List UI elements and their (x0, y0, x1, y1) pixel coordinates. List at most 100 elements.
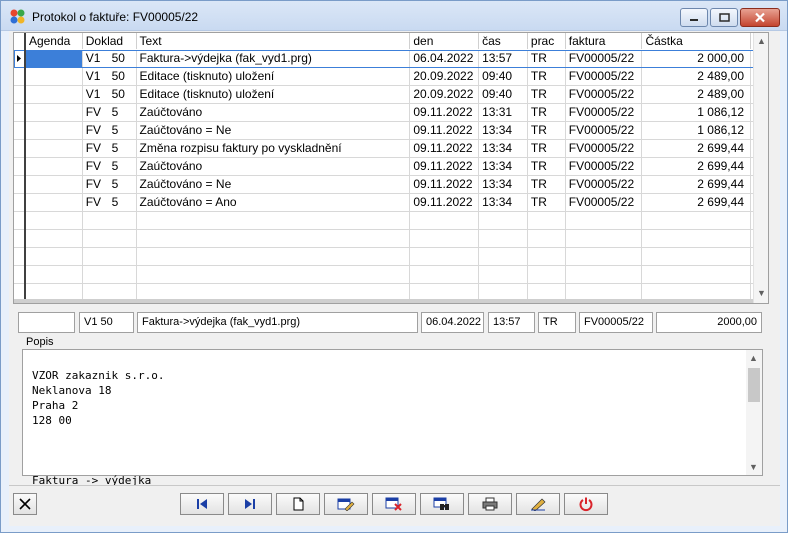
find-icon (433, 497, 449, 510)
cell-doklad-number: 50 (109, 50, 137, 67)
title-bar[interactable]: Protokol o faktuře: FV00005/22 (1, 1, 787, 31)
cell-den: 20.09.2022 (410, 68, 480, 85)
cell-cas: 13:34 (479, 158, 528, 175)
scroll-thumb[interactable] (748, 368, 760, 402)
cell-text: Zaúčtováno (137, 158, 411, 175)
cell-doklad-type: FV (85, 195, 102, 209)
scroll-up-icon[interactable]: ▲ (749, 353, 758, 363)
cell-den: 09.11.2022 (410, 104, 480, 121)
table-row[interactable]: FV 5 Zaúčtováno = Ne 09.11.2022 13:34 TR… (14, 122, 754, 140)
grid-header: Agenda Doklad Text den čas prac faktura … (14, 33, 754, 49)
print-button[interactable] (468, 493, 512, 515)
table-row[interactable]: FV 5 Zaúčtováno 09.11.2022 13:34 TR FV00… (14, 158, 754, 176)
cell-doklad-type: FV (85, 123, 102, 137)
power-button[interactable] (564, 493, 608, 515)
scroll-up-icon[interactable]: ▲ (757, 36, 766, 46)
empty-row (14, 212, 754, 230)
detail-agenda-field[interactable] (18, 312, 75, 333)
app-icon (10, 9, 25, 24)
empty-row (14, 266, 754, 284)
table-row[interactable]: V1 50 Faktura->výdejka (fak_vyd1.prg) 06… (14, 50, 754, 68)
power-icon (579, 497, 593, 512)
detail-castka-field[interactable]: 2000,00 (656, 312, 762, 333)
last-record-icon (245, 499, 255, 509)
detail-den-field[interactable]: 06.04.2022 (421, 312, 484, 333)
cell-castka: 1 086,12 (642, 104, 751, 121)
grid-body: V1 50 Faktura->výdejka (fak_vyd1.prg) 06… (14, 50, 754, 302)
detail-cas-field[interactable]: 13:57 (488, 312, 535, 333)
maximize-button[interactable] (710, 8, 738, 27)
cell-prac: TR (528, 50, 566, 67)
find-button[interactable] (420, 493, 464, 515)
cell-doklad-type: V1 (85, 87, 101, 101)
table-row[interactable]: V1 50 Editace (tisknuto) uložení 20.09.2… (14, 86, 754, 104)
first-record-button[interactable] (180, 493, 224, 515)
header-agenda[interactable]: Agenda (26, 33, 83, 49)
close-form-button[interactable] (13, 493, 37, 515)
first-record-icon (197, 499, 207, 509)
pencil-icon (531, 498, 546, 511)
cell-text: Změna rozpisu faktury po vyskladnění (137, 140, 411, 157)
table-row[interactable]: V1 50 Editace (tisknuto) uložení 20.09.2… (14, 68, 754, 86)
new-document-button[interactable] (276, 493, 320, 515)
cell-castka: 2 000,00 (642, 50, 751, 67)
toolbar-separator (9, 485, 780, 486)
cell-cas: 13:34 (479, 122, 528, 139)
edit-icon (337, 498, 355, 511)
cell-faktura: FV00005/22 (566, 194, 643, 211)
header-faktura[interactable]: faktura (566, 33, 643, 49)
header-cas[interactable]: čas (479, 33, 528, 49)
print-icon (482, 497, 498, 511)
close-window-button[interactable] (740, 8, 780, 27)
cell-agenda (26, 104, 83, 121)
cell-faktura: FV00005/22 (566, 176, 643, 193)
cell-castka: 2 699,44 (642, 140, 751, 157)
scroll-down-icon[interactable]: ▼ (749, 462, 758, 472)
grid-vertical-scrollbar[interactable]: ▲ ▼ (753, 33, 768, 303)
cell-agenda (26, 140, 83, 157)
protocol-grid[interactable]: Agenda Doklad Text den čas prac faktura … (13, 32, 769, 304)
cell-text: Zaúčtováno (137, 104, 411, 121)
cell-agenda (26, 158, 83, 175)
detail-prac-field[interactable]: TR (538, 312, 576, 333)
cell-doklad-number: 5 (109, 104, 137, 121)
protocol-window: Protokol o faktuře: FV00005/22 Agenda Do… (0, 0, 788, 533)
cell-den: 09.11.2022 (410, 140, 480, 157)
cell-prac: TR (528, 104, 566, 121)
popis-label: Popis (26, 336, 54, 348)
minimize-button[interactable] (680, 8, 708, 27)
cell-doklad-type: FV (85, 177, 102, 191)
client-area: Agenda Doklad Text den čas prac faktura … (9, 31, 780, 526)
grid-bottom-divider (14, 299, 754, 303)
cell-prac: TR (528, 68, 566, 85)
x-icon (19, 498, 31, 510)
pencil-button[interactable] (516, 493, 560, 515)
cell-doklad-type: V1 (85, 69, 101, 83)
edit-button[interactable] (324, 493, 368, 515)
popis-scrollbar[interactable]: ▲ ▼ (746, 350, 762, 475)
popis-textarea[interactable]: VZOR zakaznik s.r.o. Neklanova 18 Praha … (22, 349, 763, 487)
header-doklad[interactable]: Doklad (83, 33, 137, 49)
detail-doklad-field[interactable]: V1 50 (79, 312, 134, 333)
detail-faktura-field[interactable]: FV00005/22 (579, 312, 653, 333)
cell-prac: TR (528, 158, 566, 175)
table-row[interactable]: FV 5 Zaúčtováno = Ne 09.11.2022 13:34 TR… (14, 176, 754, 194)
cell-faktura: FV00005/22 (566, 68, 643, 85)
detail-text-field[interactable]: Faktura->výdejka (fak_vyd1.prg) (137, 312, 418, 333)
header-den[interactable]: den (410, 33, 480, 49)
delete-button[interactable] (372, 493, 416, 515)
header-text[interactable]: Text (137, 33, 411, 49)
table-row[interactable]: FV 5 Zaúčtováno = Ano 09.11.2022 13:34 T… (14, 194, 754, 212)
last-record-button[interactable] (228, 493, 272, 515)
scroll-down-icon[interactable]: ▼ (757, 288, 766, 298)
header-prac[interactable]: prac (528, 33, 566, 49)
cell-agenda (26, 68, 83, 85)
table-row[interactable]: FV 5 Změna rozpisu faktury po vyskladněn… (14, 140, 754, 158)
header-castka[interactable]: Částka (642, 33, 751, 49)
cell-prac: TR (528, 176, 566, 193)
cell-faktura: FV00005/22 (566, 104, 643, 121)
cell-prac: TR (528, 122, 566, 139)
cell-prac: TR (528, 194, 566, 211)
table-row[interactable]: FV 5 Zaúčtováno 09.11.2022 13:31 TR FV00… (14, 104, 754, 122)
cell-den: 06.04.2022 (410, 50, 480, 67)
